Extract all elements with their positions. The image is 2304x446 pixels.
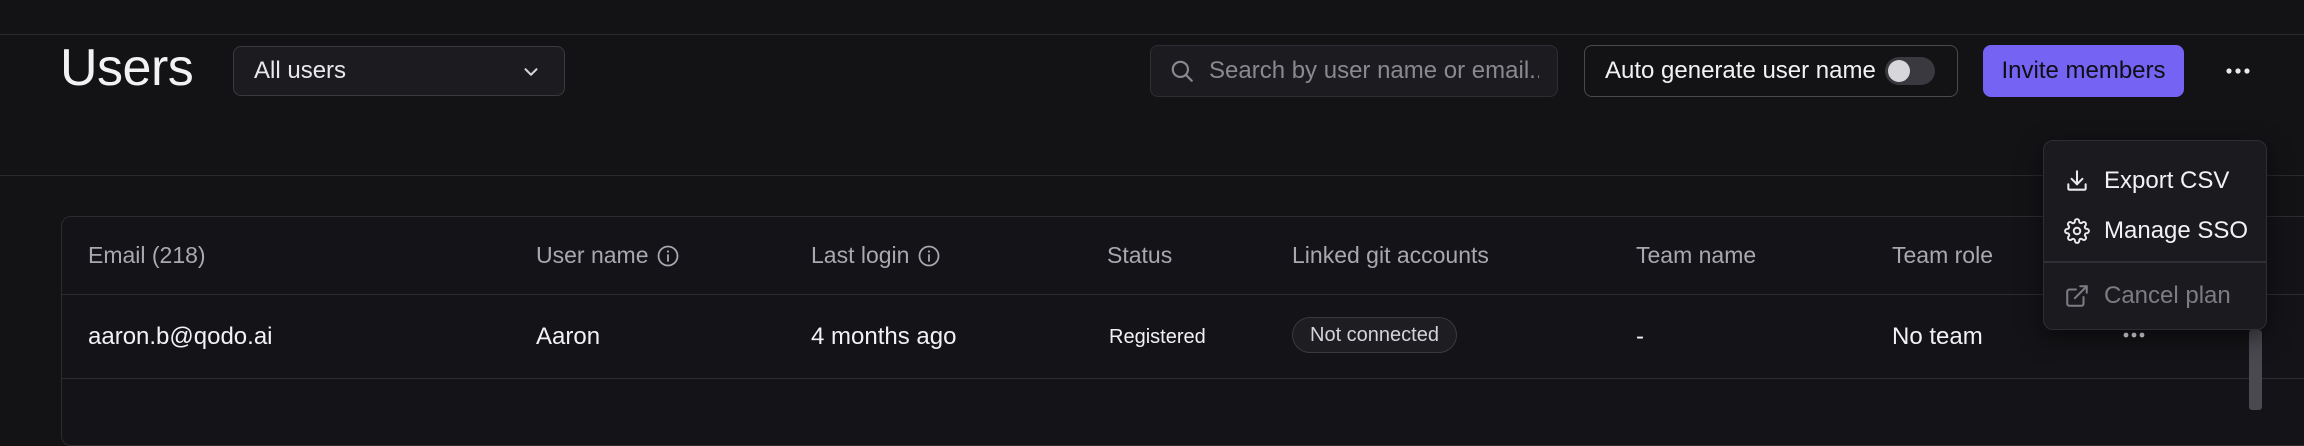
- table-header: Email (218) User name Last login Status …: [62, 217, 2304, 295]
- table-row[interactable]: aaron.b@qodo.ai Aaron 4 months ago Regis…: [62, 295, 2304, 379]
- column-email[interactable]: Email (218): [88, 242, 206, 269]
- menu-item-manage-sso[interactable]: Manage SSO: [2044, 206, 2266, 256]
- table-scrollbar[interactable]: [2249, 330, 2262, 410]
- search-box[interactable]: [1150, 45, 1558, 97]
- menu-item-label: Cancel plan: [2104, 282, 2231, 309]
- git-status-badge: Not connected: [1292, 317, 1457, 353]
- info-icon[interactable]: [917, 244, 941, 268]
- cell-email: aaron.b@qodo.ai: [88, 323, 273, 350]
- auto-generate-username-control: Auto generate user name: [1584, 45, 1958, 97]
- top-divider: [0, 34, 2304, 35]
- invite-members-button[interactable]: Invite members: [1983, 45, 2184, 97]
- column-team-name[interactable]: Team name: [1636, 242, 1756, 269]
- cell-last-login: 4 months ago: [811, 323, 957, 350]
- search-icon: [1171, 60, 1193, 82]
- menu-item-label: Manage SSO: [2104, 217, 2249, 244]
- cell-user-name: Aaron: [536, 323, 601, 350]
- column-label: Team role: [1892, 242, 1993, 268]
- header-divider: [0, 175, 2304, 176]
- auto-generate-toggle[interactable]: [1885, 57, 1935, 85]
- more-horizontal-icon: [2123, 332, 2145, 338]
- cell-team-role: No team: [1892, 323, 1983, 350]
- column-team-role[interactable]: Team role: [1892, 242, 1993, 269]
- cell-status: Registered: [1109, 326, 1206, 348]
- toggle-knob: [1888, 60, 1910, 82]
- column-linked-git-accounts[interactable]: Linked git accounts: [1292, 242, 1489, 269]
- more-options-button[interactable]: [2220, 56, 2256, 86]
- menu-item-label: Export CSV: [2104, 167, 2230, 194]
- download-icon: [2067, 170, 2087, 191]
- menu-item-cancel-plan[interactable]: Cancel plan: [2044, 271, 2266, 321]
- auto-generate-label: Auto generate user name: [1605, 57, 1876, 84]
- page-title: Users: [60, 39, 194, 97]
- column-label: User name: [536, 242, 649, 268]
- cell-team-name: -: [1636, 323, 1644, 350]
- column-label: Linked git accounts: [1292, 242, 1489, 268]
- gear-icon: [2064, 218, 2090, 244]
- column-label: Last login: [811, 242, 910, 268]
- menu-divider: [2044, 261, 2266, 263]
- search-input[interactable]: [1209, 57, 1539, 85]
- column-last-login[interactable]: Last login: [811, 242, 941, 269]
- users-table: Email (218) User name Last login Status …: [61, 216, 2304, 446]
- column-label: Team name: [1636, 242, 1757, 268]
- user-filter-value: All users: [254, 57, 347, 84]
- column-status[interactable]: Status: [1107, 242, 1172, 269]
- column-label: Email (218): [88, 242, 206, 268]
- info-icon[interactable]: [656, 244, 680, 268]
- external-link-icon: [2066, 285, 2088, 307]
- column-label: Status: [1107, 242, 1173, 268]
- user-filter-select[interactable]: All users: [233, 46, 565, 96]
- more-options-menu: Export CSV Manage SSO Cancel plan: [2043, 140, 2267, 330]
- more-horizontal-icon: [2226, 68, 2250, 74]
- column-user-name[interactable]: User name: [536, 242, 680, 269]
- chevron-down-icon: [524, 68, 538, 76]
- menu-item-export-csv[interactable]: Export CSV: [2044, 156, 2266, 206]
